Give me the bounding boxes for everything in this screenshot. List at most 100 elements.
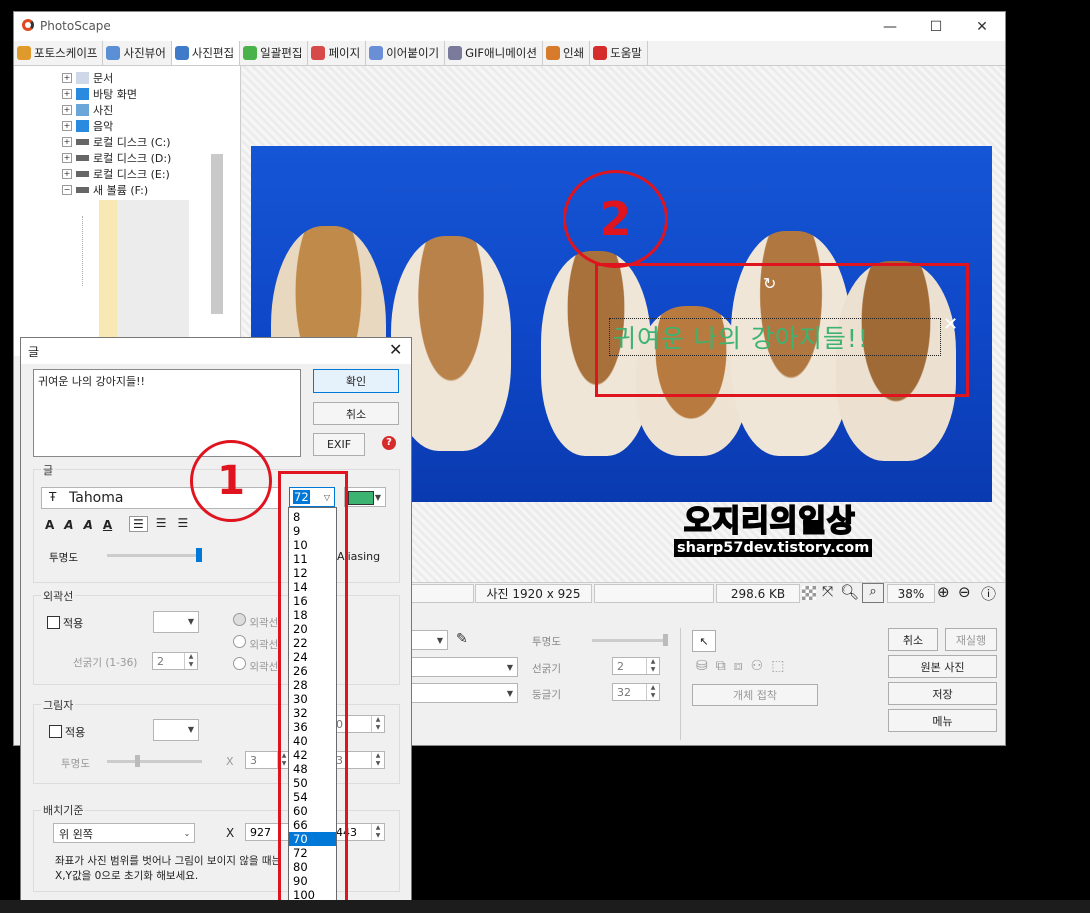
- original-photo-button[interactable]: 원본 사진: [888, 655, 997, 678]
- dialog-close-icon[interactable]: ✕: [389, 340, 402, 359]
- object-icon-4[interactable]: ⚇: [751, 658, 772, 674]
- expand-icon[interactable]: +: [62, 153, 72, 163]
- object-icon-3[interactable]: ⧈: [734, 658, 751, 674]
- tree-item-label: 바탕 화면: [93, 88, 137, 101]
- tab-1[interactable]: 사진뷰어: [103, 41, 172, 65]
- object-icon-2[interactable]: ⧉: [716, 658, 734, 674]
- tab-5[interactable]: 이어붙이기: [366, 41, 446, 65]
- text-opacity-slider[interactable]: [107, 548, 202, 562]
- tab-icon: [311, 46, 326, 60]
- object-touch-button[interactable]: 개체 접착: [692, 684, 818, 706]
- eyedropper-icon[interactable]: ✎: [456, 631, 468, 647]
- folder-tree[interactable]: + 문서 + 바탕 화면 + 사진 + 음악 + 로컬 디스크 (C:) + 로컬 디스크 (D:) +…: [14, 66, 241, 356]
- outline-color-picker[interactable]: ▼: [153, 611, 199, 633]
- tab-label: 이어붙이기: [386, 46, 440, 60]
- tree-blurred-plus: [82, 216, 93, 286]
- text-dialog: 글 ✕ 귀여운 나의 강아지들!! 확인 취소 EXIF ? 글 Ŧ Tahom…: [20, 337, 412, 902]
- dialog-cancel-button[interactable]: 취소: [313, 402, 399, 425]
- tab-4[interactable]: 페이지: [308, 41, 367, 65]
- expand-icon[interactable]: +: [62, 105, 72, 115]
- tab-7[interactable]: 인쇄: [543, 41, 591, 65]
- shadow-x-label: X: [226, 755, 234, 768]
- dialog-exif-button[interactable]: EXIF: [313, 433, 365, 456]
- zoom-fit-icon[interactable]: ⌕: [862, 583, 884, 603]
- window-title: PhotoScape: [40, 19, 111, 33]
- underline-button[interactable]: A: [103, 518, 112, 532]
- dialog-text-value: 귀여운 나의 강아지들!!: [38, 375, 145, 388]
- expand-icon[interactable]: +: [62, 121, 72, 131]
- outline-style-button[interactable]: A: [84, 518, 93, 532]
- close-button[interactable]: ✕: [959, 12, 1005, 41]
- anchor-select[interactable]: 위 왼쪽 ⌄: [53, 823, 195, 843]
- tab-8[interactable]: 도움말: [590, 41, 648, 65]
- tree-item[interactable]: + 바탕 화면: [62, 86, 137, 102]
- zoom-actual-icon[interactable]: 🔍︎: [840, 583, 859, 601]
- align-right-icon[interactable]: ☰: [175, 516, 192, 532]
- outline-radio-3[interactable]: [233, 657, 246, 670]
- tree-item-label: 음악: [93, 120, 114, 133]
- annotation-box-2: [595, 263, 969, 397]
- align-center-icon[interactable]: ☰: [153, 516, 170, 532]
- tab-0[interactable]: 포토스케이프: [14, 41, 104, 65]
- app-logo-icon: [22, 19, 34, 31]
- panel-round-spinner[interactable]: 32 ▲ ▼: [612, 683, 660, 701]
- expand-icon[interactable]: +: [62, 89, 72, 99]
- undo-button[interactable]: 취소: [888, 628, 938, 651]
- redo-button[interactable]: 재실행: [945, 628, 997, 651]
- transparency-toggle-icon[interactable]: [802, 586, 816, 600]
- expand-icon[interactable]: −: [62, 185, 72, 195]
- tree-item[interactable]: + 문서: [62, 70, 113, 86]
- tree-item-label: 사진: [93, 104, 114, 117]
- italic-button[interactable]: A: [64, 518, 73, 532]
- align-left-icon[interactable]: ☰: [129, 516, 148, 532]
- drive-icon: [76, 139, 89, 145]
- outline-radio-1[interactable]: [233, 613, 246, 626]
- tree-scrollbar[interactable]: [211, 154, 223, 314]
- tab-6[interactable]: GIF애니메이션: [445, 41, 543, 65]
- tab-2[interactable]: 사진편집: [171, 41, 241, 65]
- position-hint-line1: 좌표가 사진 범위를 벗어나 그림이 보이지 않을 때는: [55, 855, 282, 867]
- tree-item[interactable]: + 사진: [62, 102, 113, 118]
- zoom-in-icon[interactable]: ⊕: [937, 583, 950, 601]
- line-width-spinner[interactable]: 2 ▲ ▼: [152, 652, 198, 670]
- zoom-out-icon[interactable]: ⊖: [958, 583, 971, 601]
- select-tool-button[interactable]: ↖: [692, 630, 716, 652]
- outline-apply-checkbox[interactable]: [47, 616, 60, 632]
- font-name: Tahoma: [69, 490, 124, 506]
- tree-item[interactable]: + 음악: [62, 118, 113, 134]
- shadow-apply-checkbox[interactable]: [49, 725, 62, 741]
- save-button[interactable]: 저장: [888, 682, 997, 705]
- panel-opacity-slider[interactable]: [592, 634, 668, 646]
- minimize-button[interactable]: —: [867, 12, 913, 41]
- tree-item[interactable]: + 로컬 디스크 (E:): [62, 166, 170, 182]
- tree-item[interactable]: + 로컬 디스크 (D:): [62, 150, 171, 166]
- annotation-step-1: 1: [190, 440, 272, 522]
- tab-3[interactable]: 일괄편집: [240, 41, 309, 65]
- bold-button[interactable]: A: [45, 518, 54, 532]
- expand-icon[interactable]: +: [62, 137, 72, 147]
- dialog-help-icon[interactable]: ?: [382, 436, 396, 450]
- panel-combo-2[interactable]: ▼: [404, 657, 518, 677]
- dialog-ok-button[interactable]: 확인: [313, 369, 399, 393]
- expand-icon[interactable]: +: [62, 169, 72, 179]
- panel-combo-3[interactable]: ▼: [404, 683, 518, 703]
- object-icon-5[interactable]: ⬚: [771, 658, 792, 674]
- expand-icon[interactable]: +: [62, 73, 72, 83]
- maximize-button[interactable]: ☐: [913, 12, 959, 41]
- dialog-text-area[interactable]: 귀여운 나의 강아지들!!: [33, 369, 301, 457]
- panel-line-spinner[interactable]: 2 ▲ ▼: [612, 657, 660, 675]
- object-tool-icons: ⛁⧉⧈⚇⬚: [696, 658, 792, 674]
- tree-item[interactable]: + 로컬 디스크 (C:): [62, 134, 171, 150]
- tab-icon: [243, 46, 258, 60]
- tab-icon: [545, 46, 560, 60]
- menu-button[interactable]: 메뉴: [888, 709, 997, 732]
- text-color-picker[interactable]: ▼: [344, 487, 386, 507]
- outline-radio-2[interactable]: [233, 635, 246, 648]
- panel-round-label: 둥글기: [532, 689, 561, 701]
- fit-screen-icon[interactable]: ⤧: [822, 584, 833, 600]
- shadow-opacity-slider[interactable]: [107, 755, 202, 767]
- object-icon-1[interactable]: ⛁: [696, 658, 716, 674]
- shadow-color-picker[interactable]: ▼: [153, 719, 199, 741]
- tree-item[interactable]: − 새 볼륨 (F:): [62, 182, 148, 198]
- info-icon[interactable]: ⓘ: [981, 583, 996, 604]
